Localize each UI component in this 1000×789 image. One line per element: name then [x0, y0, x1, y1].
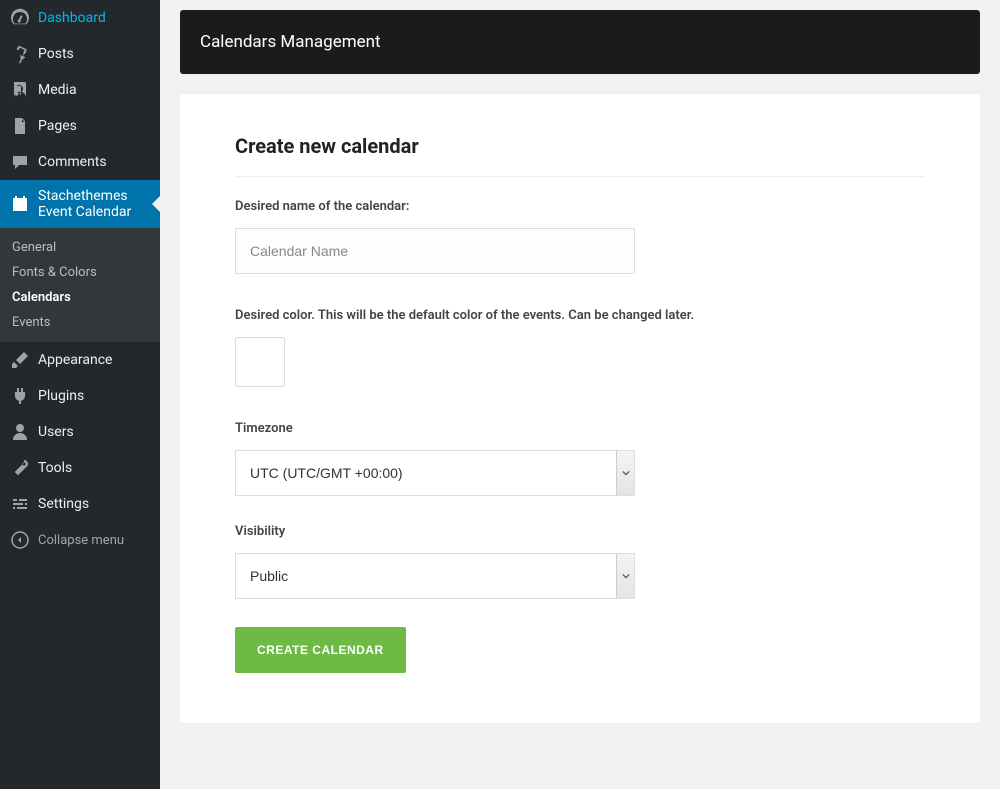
sidebar-item-stachethemes[interactable]: Stachethemes Event Calendar [0, 180, 160, 228]
color-label: Desired color. This will be the default … [235, 308, 925, 323]
brush-icon [10, 350, 30, 370]
panel-heading: Create new calendar [235, 134, 925, 177]
collapse-icon [10, 530, 30, 550]
sidebar-item-plugins[interactable]: Plugins [0, 378, 160, 414]
sidebar-item-posts[interactable]: Posts [0, 36, 160, 72]
pin-icon [10, 44, 30, 64]
sidebar-item-comments[interactable]: Comments [0, 144, 160, 180]
plug-icon [10, 386, 30, 406]
sidebar-sub-calendars[interactable]: Calendars [0, 285, 160, 310]
visibility-select[interactable]: Public [235, 553, 635, 599]
sidebar-item-pages[interactable]: Pages [0, 108, 160, 144]
media-icon [10, 80, 30, 100]
sidebar-item-label: Stachethemes Event Calendar [38, 188, 152, 220]
sidebar-item-media[interactable]: Media [0, 72, 160, 108]
dashboard-icon [10, 8, 30, 28]
calendar-icon [10, 194, 30, 214]
sidebar-item-label: Users [38, 423, 74, 441]
sidebar-item-settings[interactable]: Settings [0, 486, 160, 522]
name-label: Desired name of the calendar: [235, 199, 925, 214]
sidebar-submenu: General Fonts & Colors Calendars Events [0, 228, 160, 342]
create-calendar-panel: Create new calendar Desired name of the … [180, 94, 980, 723]
user-icon [10, 422, 30, 442]
sidebar-item-label: Appearance [38, 351, 112, 369]
sidebar-item-tools[interactable]: Tools [0, 450, 160, 486]
sidebar-item-dashboard[interactable]: Dashboard [0, 0, 160, 36]
sidebar-item-label: Tools [38, 459, 72, 477]
sidebar-item-label: Comments [38, 153, 107, 171]
page-title: Calendars Management [200, 32, 381, 52]
sidebar-item-label: Plugins [38, 387, 84, 405]
sidebar-sub-fonts-colors[interactable]: Fonts & Colors [0, 260, 160, 285]
page-header: Calendars Management [180, 10, 980, 74]
visibility-label: Visibility [235, 524, 925, 539]
admin-sidebar: Dashboard Posts Media Pages Comments Sta… [0, 0, 160, 789]
color-picker[interactable] [235, 337, 285, 387]
sidebar-item-label: Settings [38, 495, 89, 513]
timezone-select[interactable]: UTC (UTC/GMT +00:00) [235, 450, 635, 496]
sidebar-item-label: Media [38, 81, 77, 99]
collapse-label: Collapse menu [38, 533, 124, 548]
sliders-icon [10, 494, 30, 514]
collapse-menu-button[interactable]: Collapse menu [0, 522, 160, 558]
content-area: Calendars Management Create new calendar… [160, 0, 1000, 789]
page-icon [10, 116, 30, 136]
comment-icon [10, 152, 30, 172]
sidebar-sub-general[interactable]: General [0, 235, 160, 260]
sidebar-item-label: Pages [38, 117, 77, 135]
sidebar-item-label: Posts [38, 45, 74, 63]
calendar-name-input[interactable] [235, 228, 635, 274]
wrench-icon [10, 458, 30, 478]
sidebar-item-label: Dashboard [38, 9, 106, 27]
sidebar-sub-events[interactable]: Events [0, 310, 160, 335]
create-calendar-button[interactable]: CREATE CALENDAR [235, 627, 406, 673]
sidebar-item-appearance[interactable]: Appearance [0, 342, 160, 378]
timezone-label: Timezone [235, 421, 925, 436]
sidebar-item-users[interactable]: Users [0, 414, 160, 450]
